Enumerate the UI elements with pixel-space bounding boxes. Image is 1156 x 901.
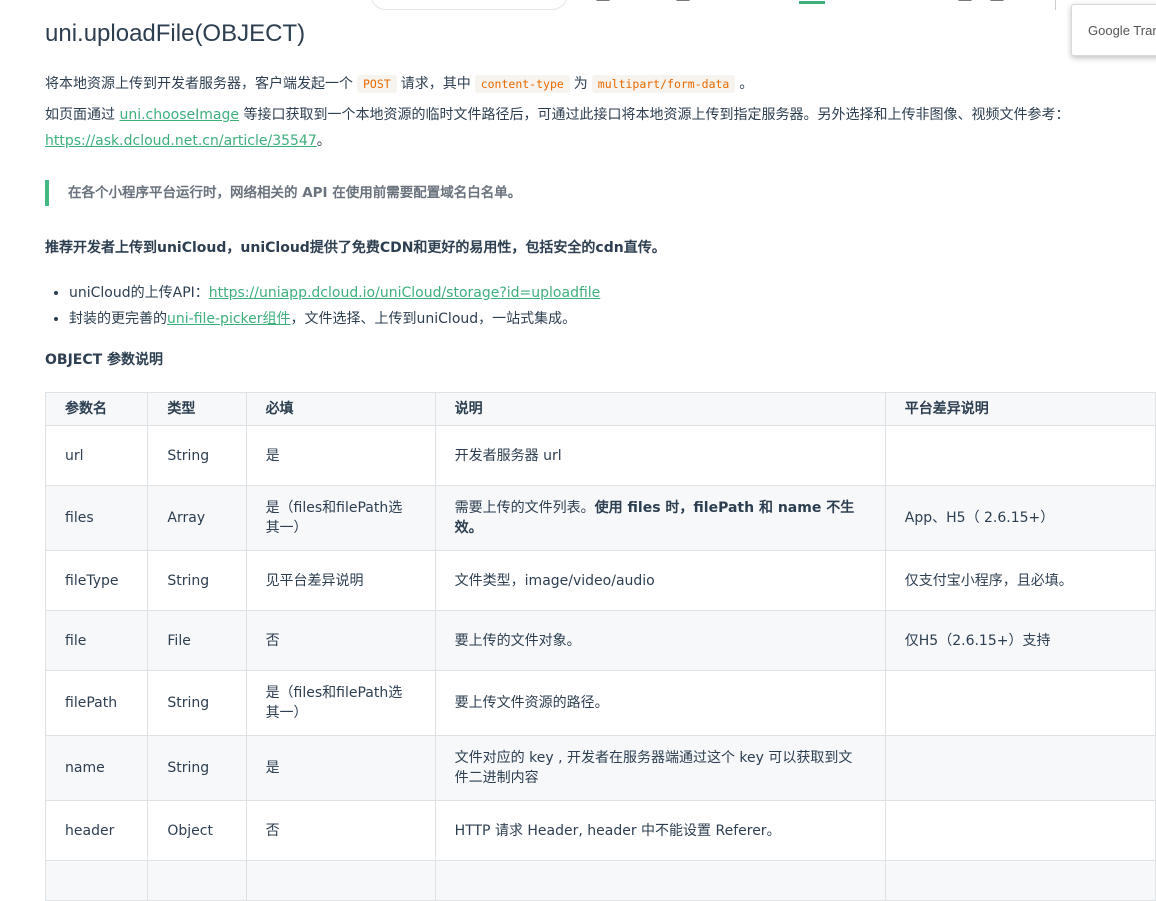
cell-required: 是（files和filePath选其一） [245, 485, 436, 551]
table-row: name String 是 文件对应的 key , 开发者在服务器端通过这个 k… [44, 735, 1156, 801]
col-header-name: 参数名 [44, 392, 149, 426]
cell-type: File [147, 610, 247, 671]
unicloud-storage-link[interactable]: https://uniapp.dcloud.io/uniCloud/storag… [209, 285, 601, 301]
cell-desc: 文件类型，image/video/audio [434, 550, 886, 611]
cell-required: 否 [245, 800, 436, 861]
intro-text: 将本地资源上传到开发者服务器，客户端发起一个 [45, 76, 353, 92]
cell-name: files [44, 485, 149, 551]
nav-item-fragment[interactable] [676, 0, 690, 1]
intro-text: 。 [316, 133, 331, 149]
col-header-platform: 平台差异说明 [884, 392, 1156, 426]
table-row: files Array 是（files和filePath选其一） 需要上传的文件… [44, 485, 1156, 551]
cell-type: String [147, 670, 247, 736]
cell-name [44, 860, 149, 901]
col-header-type: 类型 [147, 392, 247, 426]
table-row: fileType String 见平台差异说明 文件类型，image/video… [44, 550, 1156, 611]
cell-name: fileType [44, 550, 149, 611]
cell-desc: 要上传的文件对象。 [434, 610, 886, 671]
page-title: uni.uploadFile(OBJECT) [45, 20, 306, 47]
intro-text: 请求，其中 [400, 76, 471, 92]
list-item-text: ，文件选择、上传到uniCloud，一站式集成。 [290, 311, 577, 327]
cell-name: name [44, 735, 149, 801]
table-row: url String 是 开发者服务器 url [44, 425, 1156, 486]
top-navbar [0, 0, 1156, 18]
cell-name: header [44, 800, 149, 861]
cell-type [147, 860, 247, 901]
cell-required: 是 [245, 425, 436, 486]
cell-name: url [44, 425, 149, 486]
cell-desc: 文件对应的 key , 开发者在服务器端通过这个 key 可以获取到文件二进制内… [434, 735, 886, 801]
intro-text: 等接口获取到一个本地资源的临时文件路径后，可通过此接口将本地资源上传到指定服务器… [243, 107, 1070, 123]
cell-desc: 需要上传的文件列表。使用 files 时，filePath 和 name 不生效… [434, 485, 886, 551]
cell-platform [884, 860, 1156, 901]
cell-platform: App、H5（ 2.6.15+） [884, 485, 1156, 551]
cell-platform [884, 735, 1156, 801]
cell-name: file [44, 610, 149, 671]
cell-desc [434, 860, 886, 901]
search-box[interactable] [370, 0, 568, 10]
intro-text: 如页面通过 [45, 107, 115, 123]
nav-item-fragment[interactable] [990, 0, 1004, 1]
list-item-text: uniCloud的上传API： [69, 285, 209, 301]
nav-divider [1055, 0, 1056, 10]
intro-paragraph-2: 如页面通过 uni.chooseImage 等接口获取到一个本地资源的临时文件路… [45, 102, 1145, 154]
cell-name: filePath [44, 670, 149, 736]
bullet-list: uniCloud的上传API：https://uniapp.dcloud.io/… [45, 280, 600, 332]
cell-type: String [147, 425, 247, 486]
cell-type: Object [147, 800, 247, 861]
cell-type: String [147, 735, 247, 801]
code-multipart: multipart/form-data [591, 75, 736, 93]
nav-active-indicator [799, 1, 825, 4]
section-title: OBJECT 参数说明 [45, 352, 164, 368]
cell-type: Array [147, 485, 247, 551]
table-row: filePath String 是（files和filePath选其一） 要上传… [44, 670, 1156, 736]
file-picker-link[interactable]: uni-file-picker组件 [167, 311, 291, 327]
cell-desc: 开发者服务器 url [434, 425, 886, 486]
table-row: header Object 否 HTTP 请求 Header, header 中… [44, 800, 1156, 861]
google-translate-label: Google Trans [1088, 23, 1156, 38]
params-table: 参数名 类型 必填 说明 平台差异说明 url String 是 开发者服务器 … [44, 392, 1156, 901]
list-item-text: 封装的更完善的 [69, 311, 167, 327]
cell-required: 是 [245, 735, 436, 801]
intro-text: 。 [739, 76, 754, 92]
code-post: POST [357, 75, 397, 93]
cell-platform: 仅支付宝小程序，且必填。 [884, 550, 1156, 611]
table-row: file File 否 要上传的文件对象。 仅H5（2.6.15+）支持 [44, 610, 1156, 671]
table-header-row: 参数名 类型 必填 说明 平台差异说明 [44, 392, 1156, 426]
nav-item-fragment[interactable] [596, 0, 610, 1]
intro-paragraph-1: 将本地资源上传到开发者服务器，客户端发起一个 POST 请求，其中 content-t… [45, 74, 753, 94]
cell-required: 见平台差异说明 [245, 550, 436, 611]
ask-article-link[interactable]: https://ask.dcloud.net.cn/article/35547 [45, 133, 317, 149]
cell-desc: HTTP 请求 Header, header 中不能设置 Referer。 [434, 800, 886, 861]
table-row [44, 860, 1156, 901]
cell-platform: 仅H5（2.6.15+）支持 [884, 610, 1156, 671]
cell-platform [884, 670, 1156, 736]
nav-item-fragment[interactable] [958, 0, 972, 1]
code-content-type: content-type [474, 75, 570, 93]
cell-platform [884, 800, 1156, 861]
cell-platform [884, 425, 1156, 486]
recommend-unicloud: 推荐开发者上传到uniCloud，uniCloud提供了免费CDN和更好的易用性… [45, 240, 666, 256]
col-header-desc: 说明 [434, 392, 886, 426]
choose-image-link[interactable]: uni.chooseImage [119, 107, 239, 123]
cell-type: String [147, 550, 247, 611]
cell-required: 是（files和filePath选其一） [245, 670, 436, 736]
list-item: 封装的更完善的uni-file-picker组件，文件选择、上传到uniClou… [69, 306, 600, 332]
col-header-required: 必填 [245, 392, 436, 426]
google-translate-popup[interactable]: Google Trans [1071, 4, 1156, 56]
cell-required [245, 860, 436, 901]
tip-blockquote: 在各个小程序平台运行时，网络相关的 API 在使用前需要配置域名白名单。 [45, 180, 521, 206]
cell-desc: 要上传文件资源的路径。 [434, 670, 886, 736]
intro-text: 为 [573, 76, 588, 92]
cell-required: 否 [245, 610, 436, 671]
cell-desc-text: 需要上传的文件列表。 [454, 500, 595, 516]
list-item: uniCloud的上传API：https://uniapp.dcloud.io/… [69, 280, 600, 306]
